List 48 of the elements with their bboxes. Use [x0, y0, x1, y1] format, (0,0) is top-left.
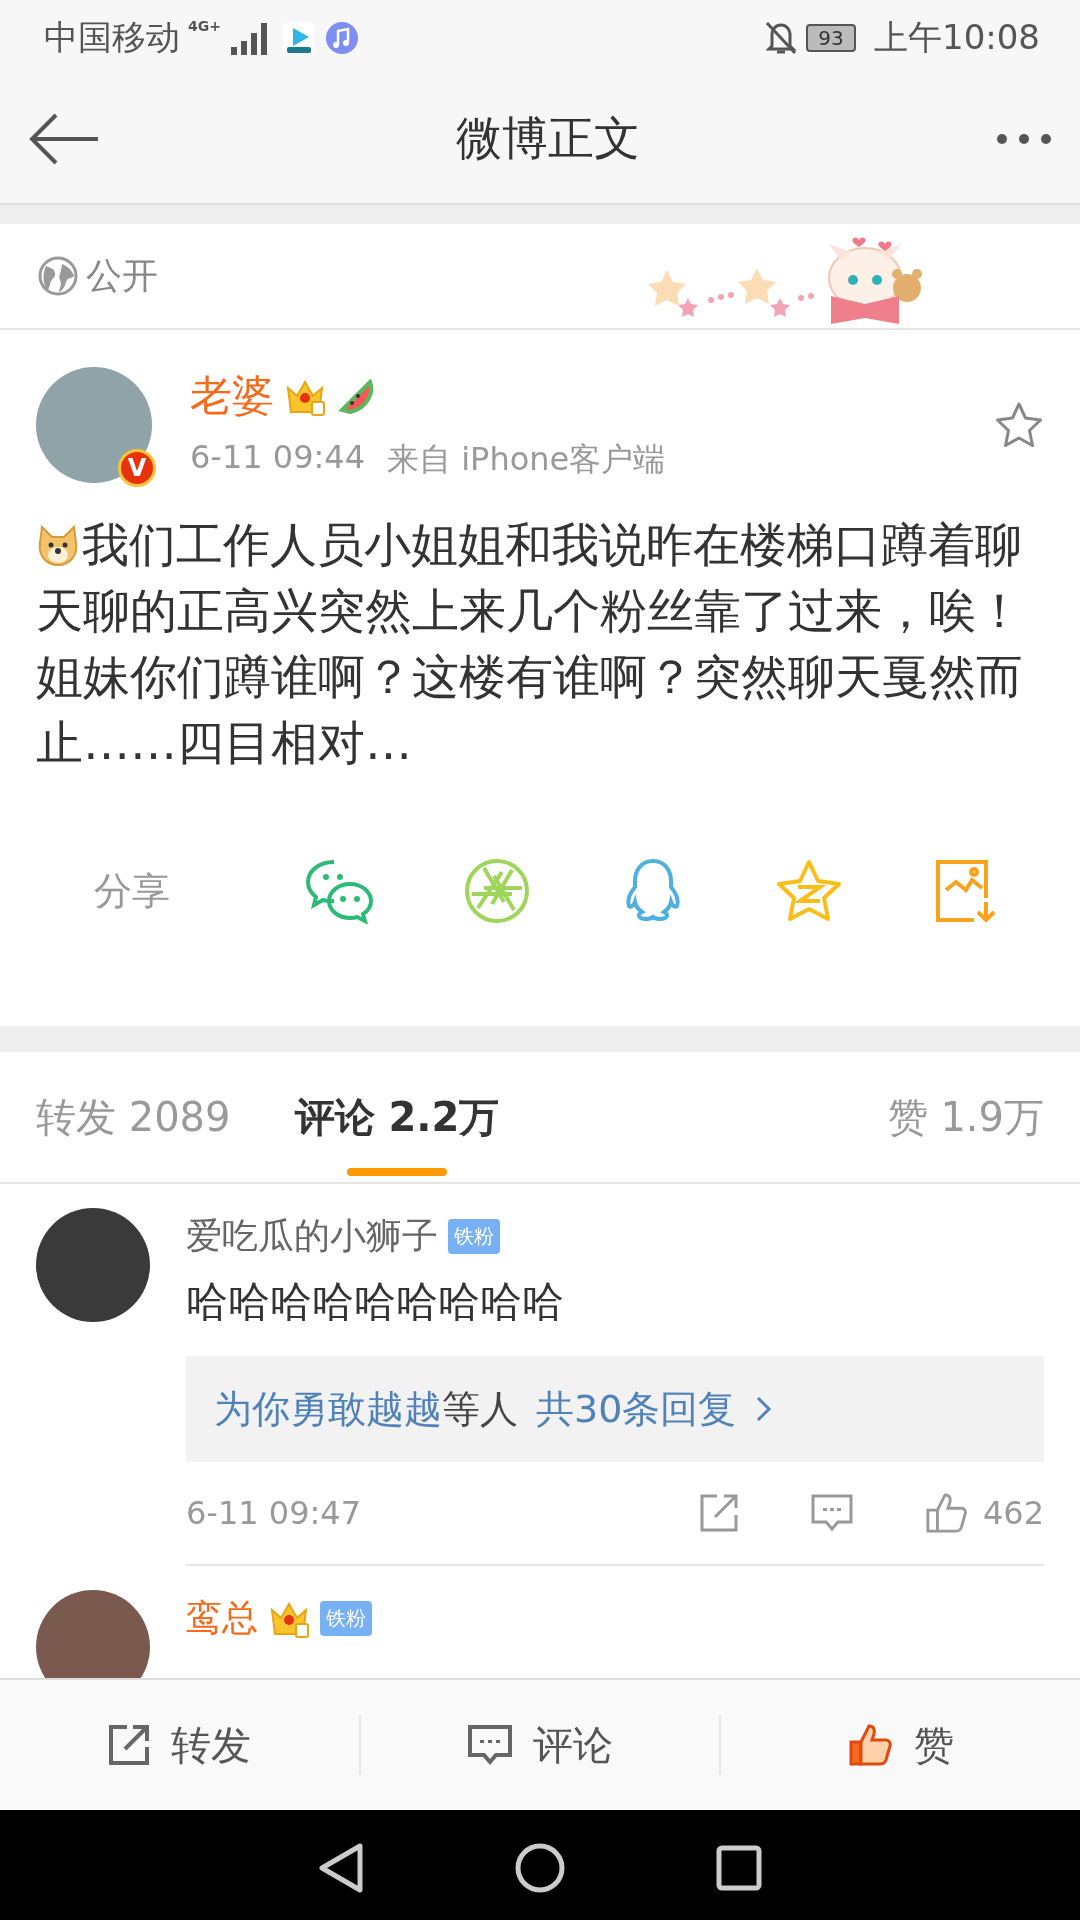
clock-time: 上午10:08: [874, 15, 1040, 59]
fan-badge: 铁粉: [448, 1218, 500, 1254]
share-arrow-icon[interactable]: [698, 1493, 739, 1533]
thumbs-up-icon: [847, 1722, 894, 1768]
post-source: 来自 iPhone客户端: [387, 439, 666, 480]
battery-level: 93: [806, 23, 856, 52]
share-arrow-icon: [107, 1723, 152, 1767]
commenter-name[interactable]: 鸾总: [186, 1593, 258, 1643]
bell-muted-icon: [764, 19, 798, 56]
reply-preview[interactable]: 为你勇敢越越等人 共30条回复: [186, 1356, 1044, 1462]
favorite-star-icon[interactable]: [994, 401, 1044, 449]
comment-action-button[interactable]: 评论: [360, 1680, 720, 1810]
home-circle-icon[interactable]: [514, 1841, 566, 1894]
thumbs-up-icon[interactable]: [924, 1491, 969, 1535]
back-triangle-icon[interactable]: [318, 1841, 364, 1894]
video-app-icon: [280, 19, 317, 56]
doge-emoji-icon: [36, 523, 80, 567]
comment-icon[interactable]: [810, 1494, 853, 1532]
commenter-name[interactable]: 爱吃瓜的小狮子: [186, 1211, 438, 1261]
visibility-label: 公开: [86, 253, 158, 298]
carrier-name: 中国移动: [44, 15, 180, 59]
watermelon-icon: [336, 376, 376, 416]
like-count: 462: [982, 1494, 1044, 1532]
globe-icon: [38, 256, 78, 296]
comment-icon: [467, 1724, 513, 1766]
author-name[interactable]: 老婆: [190, 368, 274, 424]
music-app-icon: [324, 20, 359, 55]
reply-users-link[interactable]: 为你勇敢越越: [214, 1383, 442, 1435]
comment-tab[interactable]: 评论 2.2万: [294, 1052, 500, 1182]
post-text: 我们工作人员小姐姐和我说昨在楼梯口蹲着聊天聊的正高兴突然上来几个粉丝靠了过来，唉！姐妹你们蹲谁啊？这楼有谁啊？突然聊天戛然而止……四目相对…: [36, 516, 1024, 772]
image-download-icon[interactable]: [933, 858, 998, 924]
page-title: 微博正文: [455, 110, 641, 167]
like-action-button[interactable]: 赞: [721, 1680, 1080, 1810]
fan-badge: 铁粉: [320, 1600, 372, 1636]
share-label: 分享: [94, 867, 171, 915]
verified-badge: V: [118, 449, 156, 487]
comment-text: 哈哈哈哈哈哈哈哈哈: [186, 1276, 565, 1328]
reply-count-link[interactable]: 共30条回复: [536, 1383, 737, 1435]
penguin-icon[interactable]: [623, 858, 683, 924]
post-time: 6-11 09:44: [190, 438, 365, 478]
repost-action-button[interactable]: 转发: [0, 1680, 359, 1810]
comment-time: 6-11 09:47: [186, 1494, 362, 1532]
recents-square-icon[interactable]: [716, 1844, 762, 1891]
reply-suffix: 等人: [442, 1385, 518, 1433]
back-arrow-icon[interactable]: [28, 111, 100, 167]
more-icon[interactable]: [996, 133, 1052, 145]
star-icon[interactable]: [776, 859, 843, 923]
network-type: 4G+: [188, 18, 221, 34]
